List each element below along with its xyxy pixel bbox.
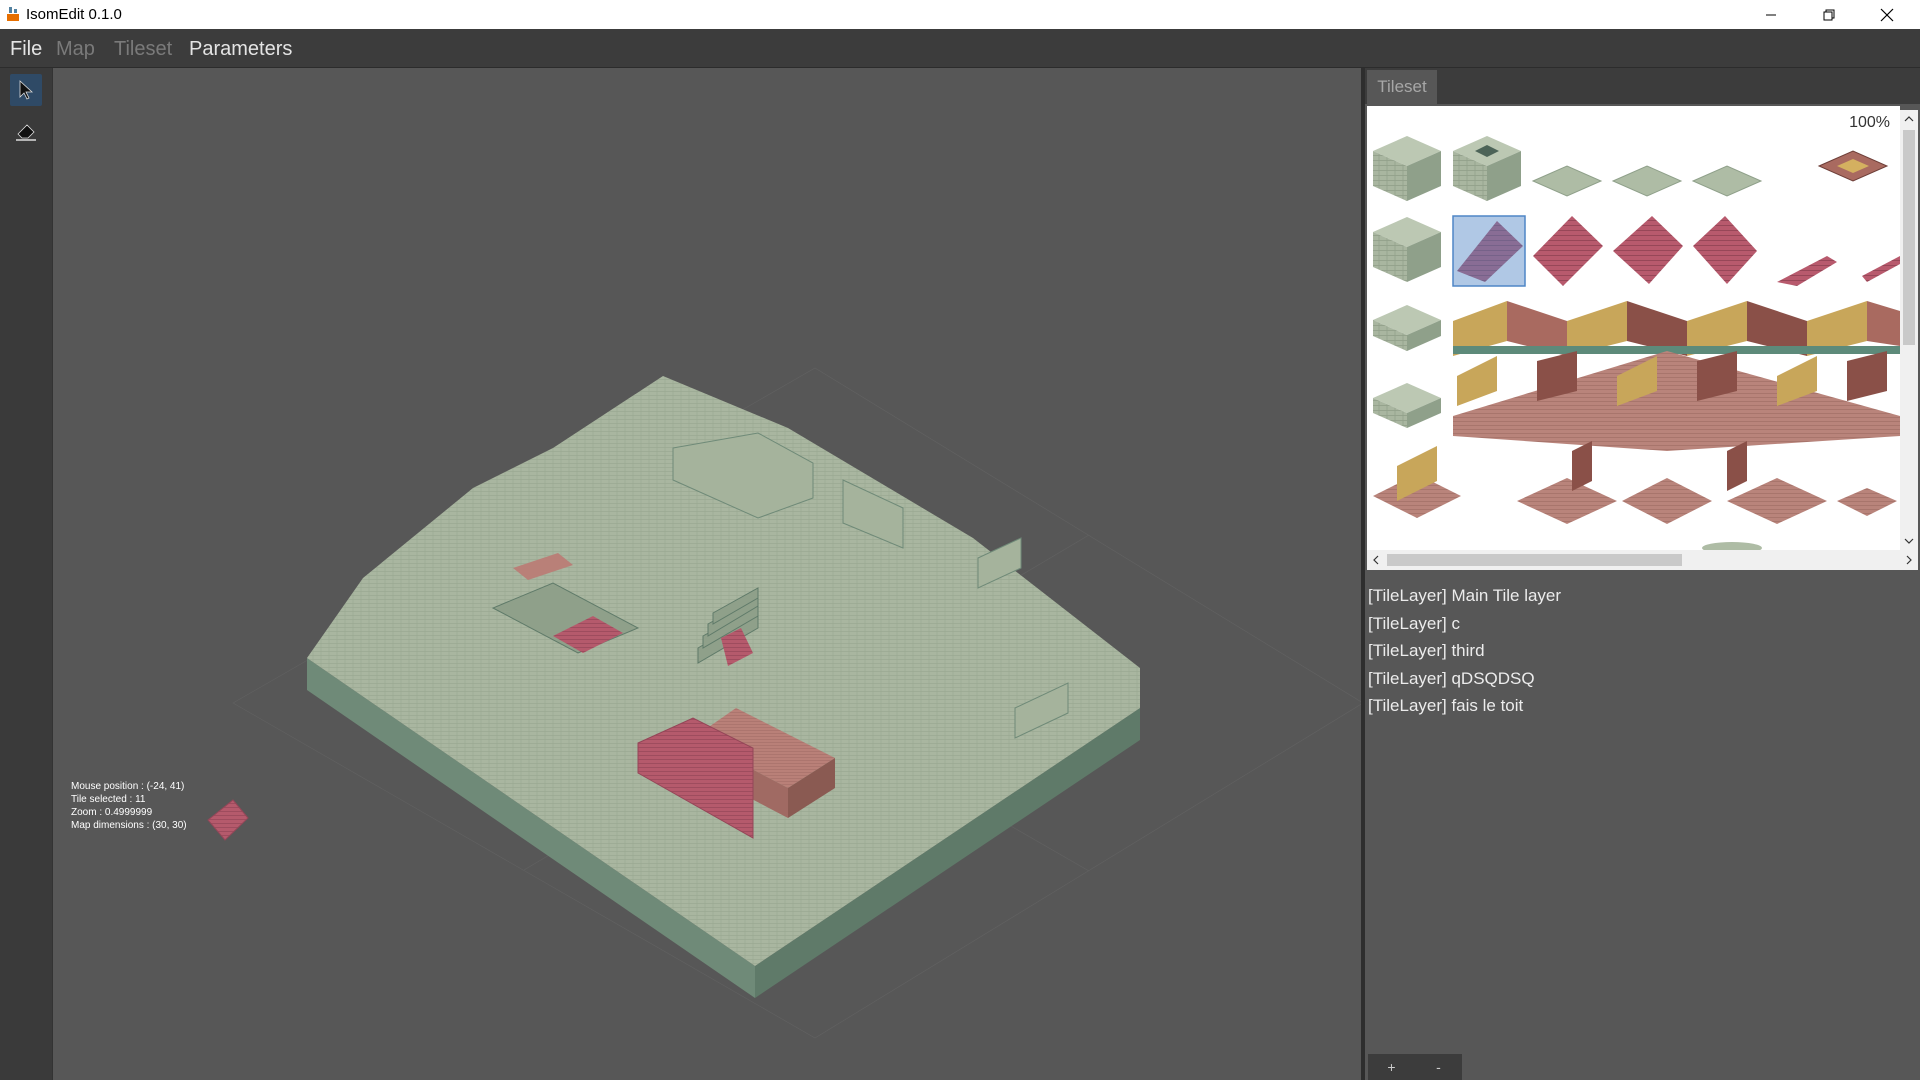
scroll-up-icon[interactable]: [1900, 110, 1918, 128]
tool-bar: [0, 68, 53, 1080]
tileset-zoom-label: 100%: [1849, 114, 1890, 131]
eraser-icon: [16, 124, 36, 141]
vertical-scroll-thumb[interactable]: [1903, 130, 1915, 345]
add-layer-button[interactable]: +: [1368, 1054, 1415, 1080]
remove-layer-button[interactable]: -: [1415, 1054, 1462, 1080]
restore-button[interactable]: [1800, 0, 1858, 29]
tile-trapdoor[interactable]: [1817, 150, 1889, 182]
tile-partial-bottom[interactable]: [1702, 542, 1762, 550]
menu-file[interactable]: File: [10, 38, 42, 61]
map-info-overlay: Mouse position : (-24, 41) Tile selected…: [71, 780, 187, 832]
lone-roof-tile: [207, 799, 249, 841]
layer-item[interactable]: [TileLayer] third: [1368, 637, 1561, 665]
close-icon: [1880, 8, 1894, 21]
java-app-icon: [7, 7, 19, 21]
tile-stone-flat-1[interactable]: [1531, 165, 1603, 197]
restore-icon: [1823, 9, 1835, 20]
select-tool-button[interactable]: [10, 74, 42, 106]
map-dimensions-text: Map dimensions : (30, 30): [71, 820, 187, 831]
menu-bar: File Map Tileset Parameters: [0, 29, 1920, 68]
menu-map[interactable]: Map: [56, 38, 95, 61]
tile-roof-slope-3[interactable]: [1613, 216, 1683, 284]
tileset-horizontal-scrollbar[interactable]: [1367, 550, 1918, 570]
window-title: IsomEdit 0.1.0: [26, 6, 122, 23]
scroll-down-icon[interactable]: [1900, 532, 1918, 550]
tileset-grid[interactable]: [1367, 106, 1900, 550]
layer-item[interactable]: [TileLayer] Main Tile layer: [1368, 582, 1561, 610]
mouse-position-text: Mouse position : (-24, 41): [71, 781, 185, 792]
menu-tileset[interactable]: Tileset: [114, 38, 172, 61]
tileset-viewer[interactable]: 100%: [1367, 106, 1900, 550]
tile-floor-row[interactable]: [1373, 441, 1897, 524]
tile-wall-floor-row[interactable]: [1453, 351, 1900, 451]
tile-stone-block[interactable]: [1373, 136, 1441, 201]
minimize-button[interactable]: [1742, 0, 1800, 29]
right-panel: Tileset 100% [TileLayer] Main Tile layer…: [1365, 68, 1920, 1080]
tab-tileset[interactable]: Tileset: [1367, 70, 1437, 104]
tile-stone-flat-2[interactable]: [1611, 165, 1683, 197]
tile-stone-well[interactable]: [1453, 136, 1521, 201]
tile-wall-row-1[interactable]: [1453, 301, 1900, 356]
tile-selected-text: Tile selected : 11: [71, 794, 146, 805]
tile-roof-ridge[interactable]: [1777, 256, 1837, 286]
select-arrow-icon: [19, 80, 34, 100]
zoom-text: Zoom : 0.4999999: [71, 807, 153, 818]
tile-roof-slope-2[interactable]: [1533, 216, 1603, 286]
tile-roof-slope-4[interactable]: [1693, 216, 1757, 284]
tile-stone-low-2[interactable]: [1373, 383, 1441, 428]
scroll-right-icon[interactable]: [1900, 550, 1918, 570]
layer-item[interactable]: [TileLayer] qDSQDSQ: [1368, 665, 1561, 693]
layer-item[interactable]: [TileLayer] c: [1368, 610, 1561, 638]
tileset-vertical-scrollbar[interactable]: [1900, 110, 1918, 550]
map-canvas[interactable]: Mouse position : (-24, 41) Tile selected…: [53, 68, 1361, 1080]
layer-item[interactable]: [TileLayer] fais le toit: [1368, 692, 1561, 720]
eraser-tool-button[interactable]: [10, 116, 42, 148]
menu-parameters[interactable]: Parameters: [189, 38, 292, 61]
close-button[interactable]: [1858, 0, 1916, 29]
tab-row: Tileset: [1365, 68, 1920, 104]
tile-stone-flat-3[interactable]: [1691, 165, 1763, 197]
isometric-map-view[interactable]: [53, 68, 1361, 1080]
tile-stone-low[interactable]: [1373, 305, 1441, 351]
layer-list: [TileLayer] Main Tile layer [TileLayer] …: [1368, 582, 1561, 720]
horizontal-scroll-thumb[interactable]: [1387, 554, 1682, 566]
tile-roof-edge[interactable]: [1862, 256, 1900, 282]
tile-roof-slope-selected[interactable]: [1452, 215, 1526, 287]
minimize-icon: [1766, 14, 1776, 15]
scroll-left-icon[interactable]: [1367, 550, 1385, 570]
tile-stone-block-2[interactable]: [1373, 217, 1441, 282]
title-bar: IsomEdit 0.1.0: [0, 0, 1920, 29]
layer-button-bar: + -: [1368, 1054, 1462, 1080]
